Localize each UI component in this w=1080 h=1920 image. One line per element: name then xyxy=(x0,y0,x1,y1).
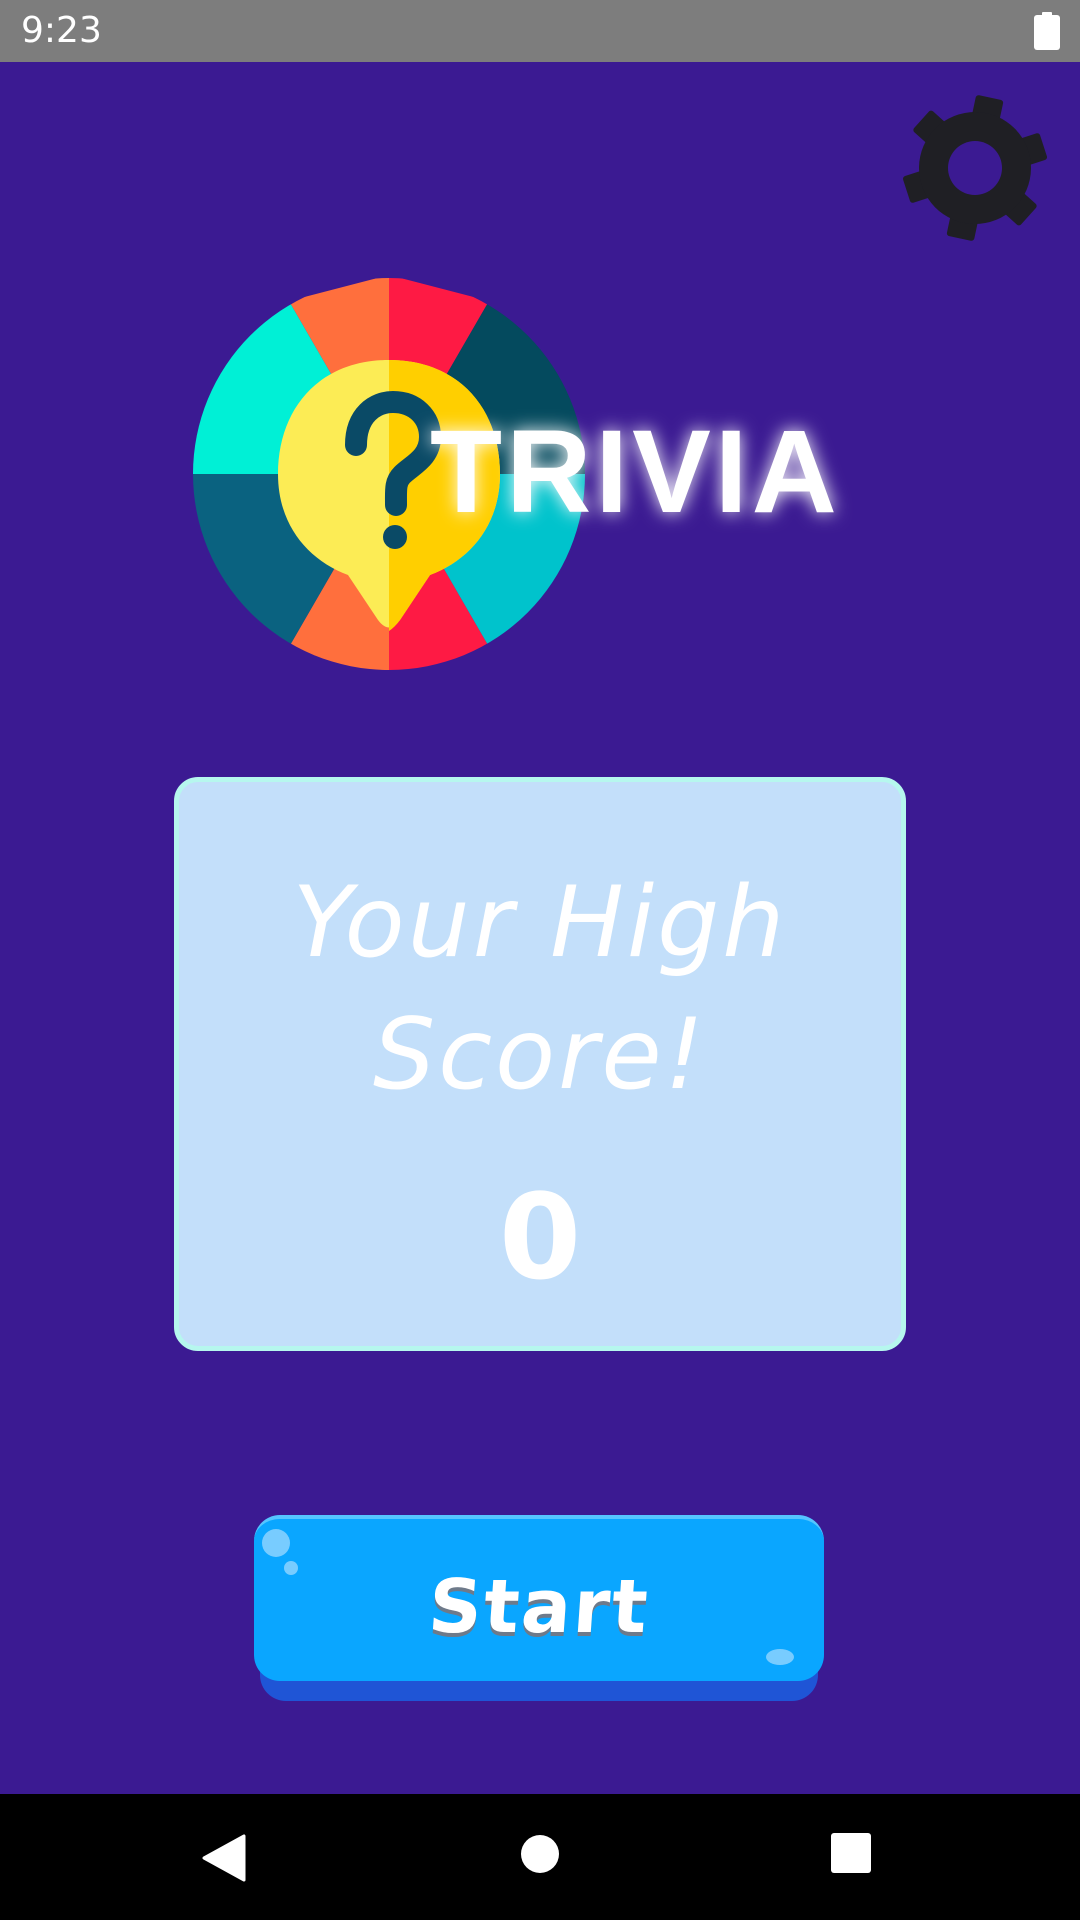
back-triangle-icon[interactable] xyxy=(200,1834,246,1882)
trivia-logo: TRIVIA xyxy=(190,275,910,675)
start-button[interactable]: Start xyxy=(254,1515,824,1701)
question-bubble-wheel-icon: TRIVIA xyxy=(193,278,841,670)
screen: 9:23 TRIVIA Your High Score! 0 Start xyxy=(0,0,1080,1920)
status-bar: 9:23 xyxy=(0,0,1080,62)
trivia-title: TRIVIA xyxy=(430,406,841,538)
settings-button[interactable] xyxy=(895,88,1055,248)
high-score-card: Your High Score! 0 xyxy=(174,777,906,1351)
gear-icon xyxy=(902,95,1048,241)
recents-square-icon[interactable] xyxy=(830,1832,872,1874)
navigation-bar xyxy=(0,1794,1080,1920)
status-time: 9:23 xyxy=(21,10,102,51)
start-button-label: Start xyxy=(425,1564,653,1650)
high-score-title: Your High Score! xyxy=(292,866,788,1112)
battery-full-icon xyxy=(1034,12,1060,50)
bubble-decoration xyxy=(766,1649,794,1665)
bubble-decoration xyxy=(262,1529,290,1557)
high-score-value: 0 xyxy=(498,1168,582,1306)
home-circle-icon[interactable] xyxy=(518,1832,562,1876)
start-button-face: Start xyxy=(254,1515,824,1681)
